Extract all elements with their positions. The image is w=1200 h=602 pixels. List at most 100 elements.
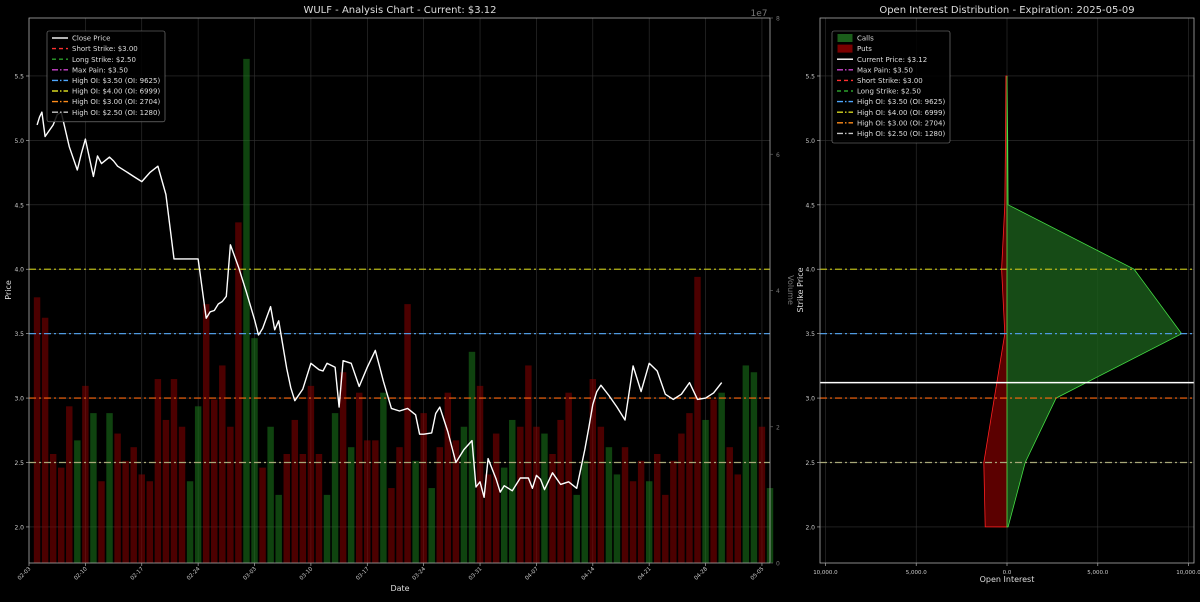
volume-bar [654,454,661,563]
volume-bar [243,58,250,563]
oi-chart-ylabel: Strike Price [796,267,805,312]
volume-bar [90,413,97,563]
volume-bar [146,481,154,563]
volume-tick-label: 2 [776,424,780,431]
volume-bar [82,385,89,563]
volume-bar [122,460,129,563]
volume-bar [404,304,411,563]
strike-tick-label: 2.5 [805,460,815,467]
legend-label: High OI: $4.00 (OI: 6999) [72,88,160,96]
volume-bar [549,454,556,563]
volume-bar [364,440,371,563]
volume-bar [750,372,758,563]
price-chart-xlabel: Date [390,584,409,593]
oi-tick-label: 5,000.0 [906,570,927,576]
volume-bar [74,440,81,563]
volume-bar [492,433,500,563]
volume-bar [291,419,299,563]
volume-bar [339,372,347,563]
legend-label: Max Pain: $3.50 [857,66,913,74]
volume-bar [323,494,331,563]
volume-bar [621,447,629,563]
oi-tick-label: 10,000.0 [813,570,838,576]
volume-bar [557,419,564,563]
volume-bar [597,426,605,563]
volume-bar [468,351,476,563]
volume-bar [758,426,766,563]
volume-bar [106,413,113,563]
legend-label: Short Strike: $3.00 [857,77,923,85]
strike-tick-label: 3.5 [805,331,815,338]
volume-bar [331,413,339,563]
volume-bar [49,454,57,563]
volume-bar [275,494,282,563]
price-tick-label: 5.5 [14,73,24,80]
volume-bar [420,413,427,563]
volume-bar [154,379,162,563]
volume-bar [428,488,435,563]
volume-bar [444,392,452,563]
strike-tick-label: 5.0 [805,138,815,145]
oi-tick-label: 5,000.0 [1087,570,1108,576]
legend-label: High OI: $2.50 (OI: 1280) [72,109,160,117]
volume-bar [130,447,137,563]
legend-swatch [837,34,853,42]
volume-bar [138,474,145,563]
price-chart-ylabel: Price [4,280,13,300]
legend-label: Puts [857,45,872,53]
volume-bar [202,304,210,563]
volume-bar [678,433,685,563]
volume-bar [525,365,532,563]
volume-tick-label: 0 [776,561,780,568]
volume-bar [388,488,395,563]
volume-bar [186,481,194,563]
volume-bar [356,392,363,563]
volume-tick-label: 6 [776,152,780,159]
volume-bar [194,406,202,563]
oi-chart-title: Open Interest Distribution - Expiration:… [879,5,1134,16]
price-tick-label: 2.0 [14,524,24,531]
volume-bar [259,467,266,563]
volume-bar [629,481,637,563]
volume-bar [565,392,572,563]
legend-label: Long Strike: $2.50 [857,88,921,96]
volume-bar [694,276,701,563]
volume-bar [66,406,73,563]
volume-bar [702,419,709,563]
volume-bar [227,426,234,563]
price-tick-label: 4.5 [14,202,24,209]
volume-bar [670,460,677,563]
volume-bar [742,365,750,563]
price-tick-label: 2.5 [14,460,24,467]
volume-bar [347,447,355,563]
volume-bar [533,426,540,563]
legend-label: High OI: $4.00 (OI: 6999) [857,109,945,117]
volume-bar [251,338,258,563]
legend-swatch [837,44,853,53]
volume-bar [170,379,178,563]
legend-label: Max Pain: $3.50 [72,66,128,74]
volume-bar [637,460,645,563]
legend-label: High OI: $3.50 (OI: 9625) [857,98,945,106]
oi-chart-legend: Calls Puts Current Price: $3.12 Max Pain: $… [831,30,951,144]
volume-bar [436,447,443,563]
chart-canvas: WULF - Analysis Chart - Current: $3.12 2… [0,0,1200,598]
volume-bar [211,399,218,563]
legend-label: High OI: $2.50 (OI: 1280) [857,130,945,138]
volume-bar [613,474,621,563]
price-chart-title: WULF - Analysis Chart - Current: $3.12 [303,5,496,16]
volume-bar [98,481,105,563]
volume-bar [726,447,733,563]
volume-bar [710,399,717,563]
oi-tick-label: 10,000.0 [1176,570,1200,576]
strike-tick-label: 5.5 [805,73,815,80]
volume-tick-label: 4 [776,288,780,295]
volume-tick-label: 8 [776,16,780,23]
volume-bar [718,392,725,563]
volume-bar [412,460,419,563]
volume-offset-label: 1e7 [751,9,768,19]
volume-bar [500,467,508,563]
volume-bar [484,474,492,563]
legend-label: High OI: $3.00 (OI: 2704) [857,119,945,127]
price-tick-label: 3.5 [14,331,24,338]
